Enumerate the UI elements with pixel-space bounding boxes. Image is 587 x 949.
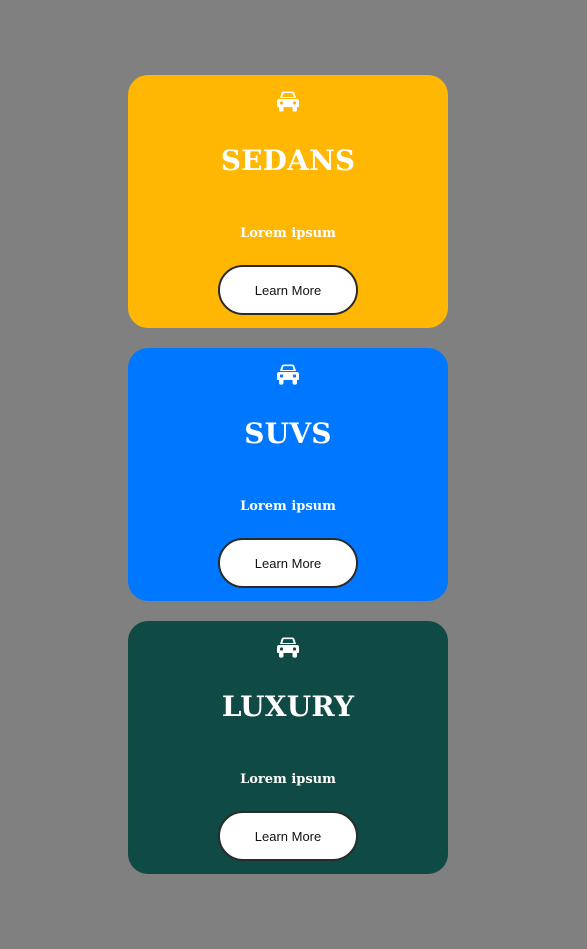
car-icon [128, 637, 448, 659]
card-text: Lorem ipsum [240, 499, 336, 514]
card-text: Lorem ipsum [240, 226, 336, 241]
learn-more-button[interactable]: Learn More [218, 811, 358, 861]
learn-more-button[interactable]: Learn More [218, 265, 358, 315]
card-title: LUXURY [221, 690, 355, 723]
car-icon [128, 364, 448, 386]
card-luxury: LUXURY Lorem ipsum Learn More [128, 621, 448, 874]
card-list: SEDANS Lorem ipsum Learn More SUVS Lorem… [128, 75, 448, 894]
card-sedans: SEDANS Lorem ipsum Learn More [128, 75, 448, 328]
card-title: SUVS [244, 417, 332, 450]
car-icon [128, 91, 448, 113]
card-text: Lorem ipsum [240, 772, 336, 787]
card-suvs: SUVS Lorem ipsum Learn More [128, 348, 448, 601]
learn-more-button[interactable]: Learn More [218, 538, 358, 588]
card-title: SEDANS [220, 144, 356, 177]
